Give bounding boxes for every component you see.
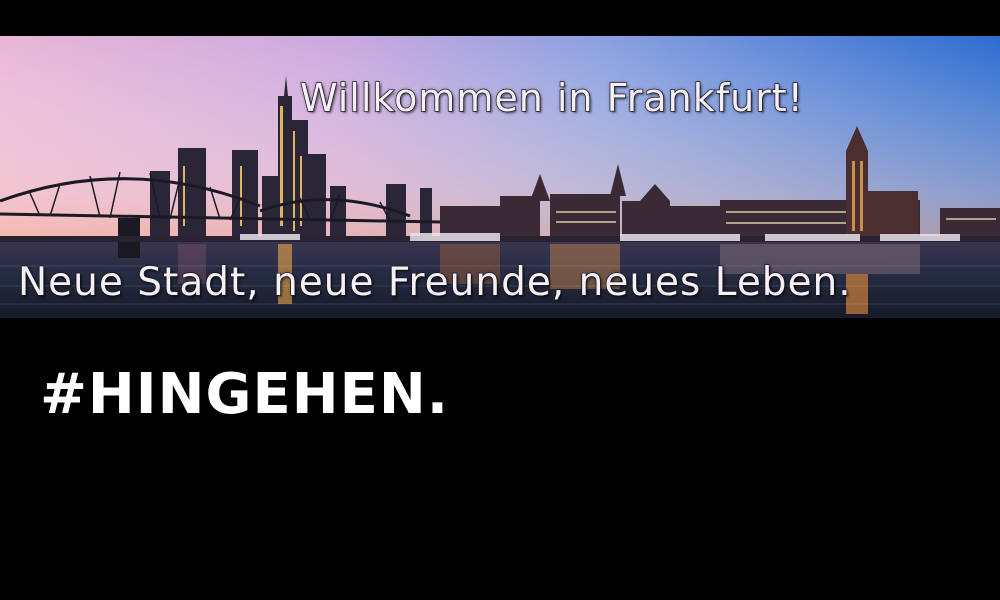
- page: Willkommen in Frankfurt! Neue Stadt, neu…: [0, 0, 1000, 600]
- hashtag-text: #HINGEHEN.: [40, 362, 449, 427]
- tagline-text: Neue Stadt, neue Freunde, neues Leben.: [17, 259, 852, 305]
- frankfurt-skyline-banner: Willkommen in Frankfurt! Neue Stadt, neu…: [0, 36, 1000, 318]
- welcome-headline: Willkommen in Frankfurt!: [299, 75, 804, 120]
